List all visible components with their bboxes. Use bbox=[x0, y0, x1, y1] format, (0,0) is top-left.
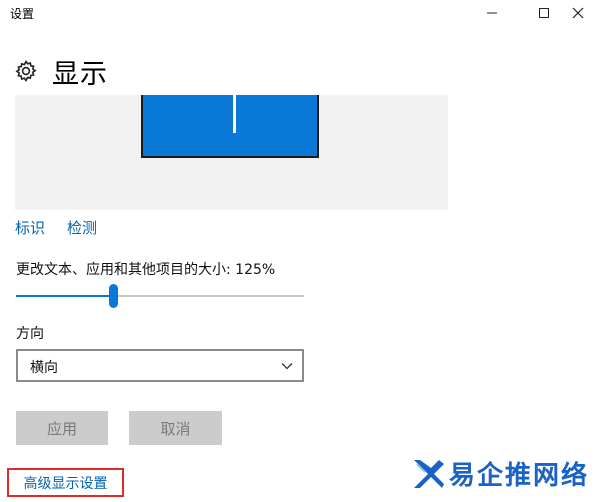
window-title: 设置 bbox=[10, 7, 35, 21]
close-icon bbox=[572, 7, 584, 19]
scale-slider-thumb[interactable] bbox=[109, 284, 119, 308]
identify-link[interactable]: 标识 bbox=[15, 217, 45, 238]
cancel-button[interactable]: 取消 bbox=[129, 411, 222, 445]
advanced-display-settings-highlight[interactable]: 高级显示设置 bbox=[7, 468, 124, 497]
monitor-number-1 bbox=[233, 95, 236, 133]
close-button[interactable] bbox=[555, 0, 601, 26]
watermark-logo bbox=[414, 460, 444, 488]
orientation-selected-value: 横向 bbox=[30, 360, 58, 376]
maximize-icon bbox=[539, 8, 549, 18]
minimize-button[interactable] bbox=[469, 0, 515, 26]
monitor-1[interactable] bbox=[141, 95, 319, 158]
chevron-down-icon bbox=[281, 363, 293, 370]
orientation-dropdown[interactable]: 横向 bbox=[16, 349, 304, 382]
orientation-label: 方向 bbox=[16, 326, 44, 342]
apply-button[interactable]: 应用 bbox=[16, 411, 108, 445]
scale-label: 更改文本、应用和其他项目的大小: 125% bbox=[16, 262, 276, 278]
scale-slider-fill bbox=[16, 295, 114, 297]
detect-link[interactable]: 检测 bbox=[67, 217, 97, 238]
minimize-icon bbox=[487, 12, 497, 14]
gear-icon bbox=[15, 59, 37, 83]
watermark-text: 易企推网络 bbox=[449, 461, 590, 491]
page-title: 显示 bbox=[52, 59, 108, 90]
advanced-display-settings-link[interactable]: 高级显示设置 bbox=[24, 473, 108, 493]
